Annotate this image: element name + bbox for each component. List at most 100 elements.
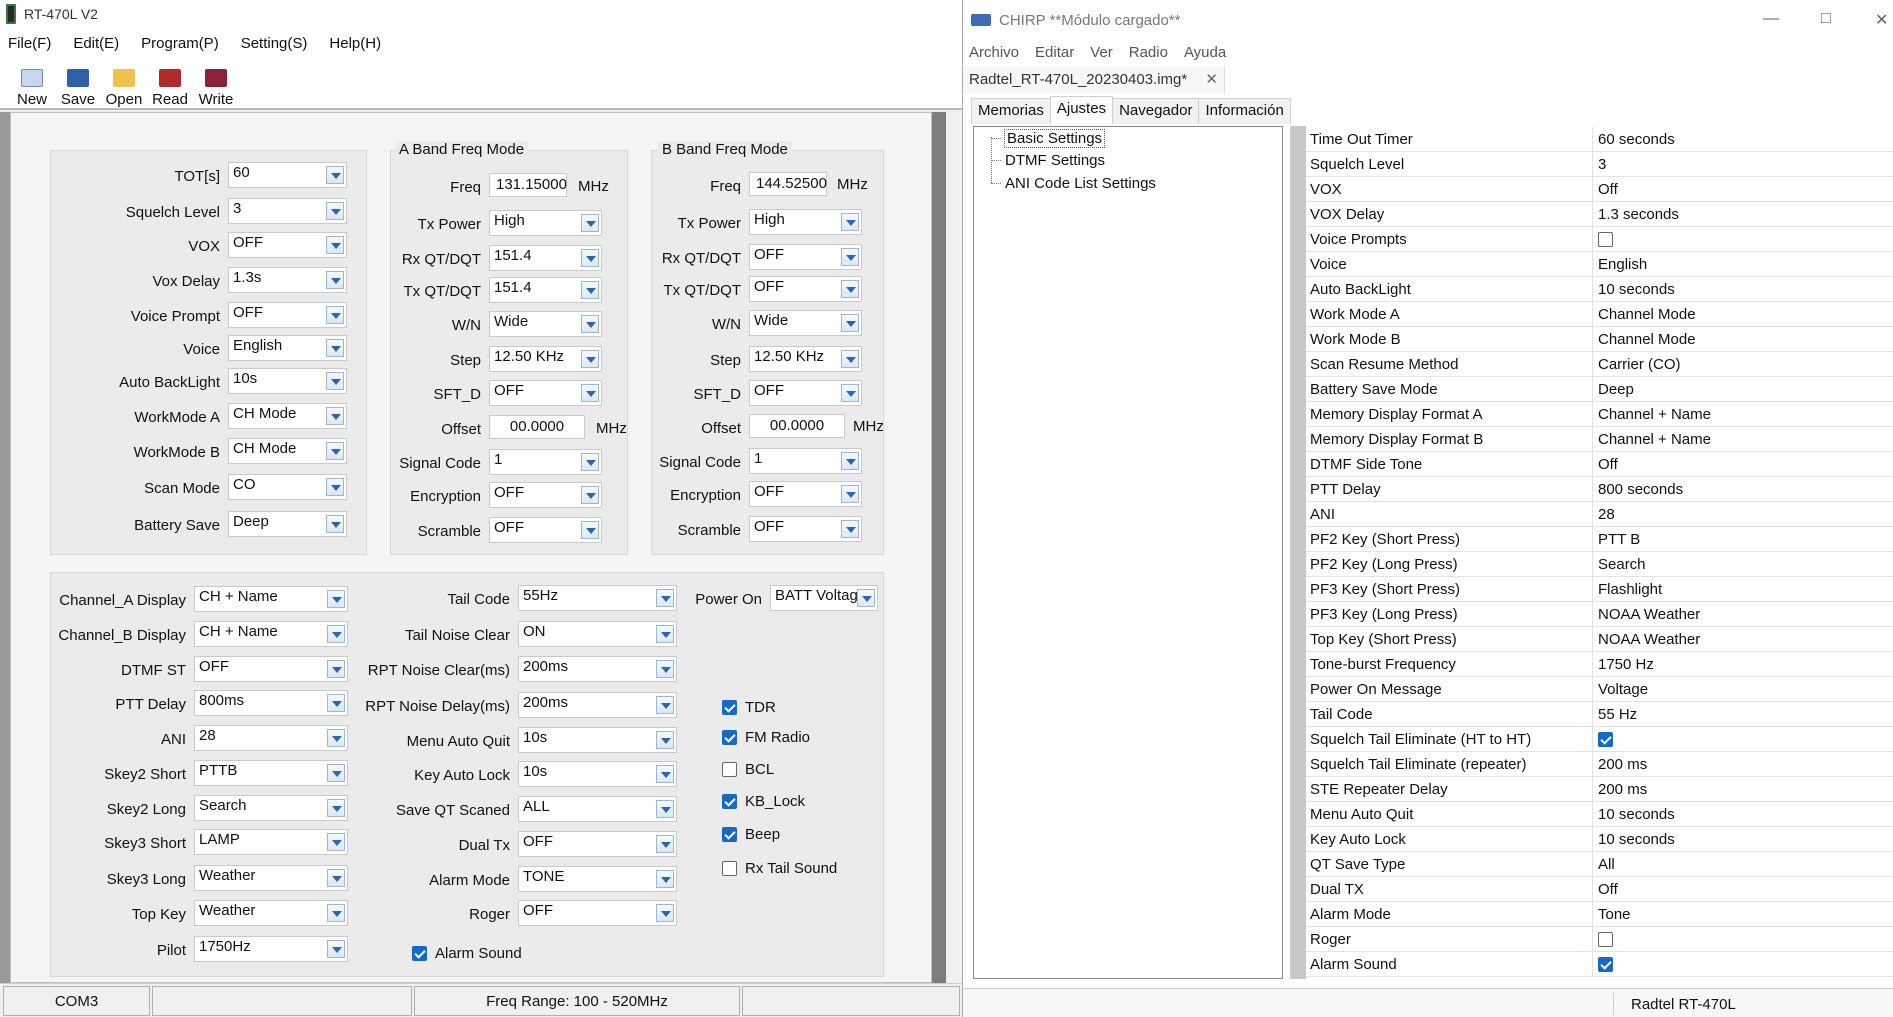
band-b-txqt-select[interactable]: OFF [749,276,862,302]
minimize-icon[interactable]: — [1763,10,1779,28]
band-b-scramble-select[interactable]: OFF [749,516,862,542]
setting-value[interactable]: Search [1598,556,1646,573]
rpt-noise-clear-select[interactable]: 200ms [518,656,677,682]
menu-edit[interactable]: Edit(E) [65,35,127,52]
vox-delay-select[interactable]: 1.3s [228,267,347,293]
setting-value[interactable]: 200 ms [1598,756,1647,773]
chevron-down-icon[interactable] [581,249,599,267]
save-qt-select[interactable]: ALL [518,796,677,822]
chevron-down-icon[interactable] [327,869,345,887]
setting-value[interactable]: 60 seconds [1598,131,1675,148]
chevron-down-icon[interactable] [857,589,875,607]
chevron-down-icon[interactable] [326,442,344,460]
setting-row[interactable]: Battery Save Mode Deep [1306,377,1893,402]
setting-row[interactable]: Auto BackLight 10 seconds [1306,277,1893,302]
checkbox-checked-icon[interactable] [412,946,427,961]
chevron-down-icon[interactable] [841,248,859,266]
setting-row[interactable]: Menu Auto Quit 10 seconds [1306,802,1893,827]
band-a-scramble-select[interactable]: OFF [489,517,602,543]
band-b-freq-input[interactable]: 144.52500 [749,172,827,196]
band-a-rxqt-select[interactable]: 151.4 [489,245,602,271]
chevron-down-icon[interactable] [656,589,674,607]
dtmf-st-select[interactable]: OFF [194,656,348,682]
setting-row[interactable]: STE Repeater Delay 200 ms [1306,777,1893,802]
chevron-down-icon[interactable] [326,515,344,533]
setting-value[interactable]: 3 [1598,156,1606,173]
menu-ver[interactable]: Ver [1084,44,1119,61]
band-a-signal-select[interactable]: 1 [489,449,602,475]
open-button[interactable]: Open [102,69,146,108]
band-a-offset-input[interactable]: 00.0000 [489,415,585,439]
alarm-sound-checkbox[interactable]: Alarm Sound [412,945,522,962]
chevron-down-icon[interactable] [656,800,674,818]
voice-select[interactable]: English [228,335,347,361]
setting-row[interactable]: Top Key (Short Press) NOAA Weather [1306,627,1893,652]
tot-select[interactable]: 60 [228,162,347,188]
setting-value[interactable]: All [1598,856,1615,873]
alarm-mode-select[interactable]: TONE [518,866,677,892]
write-button[interactable]: Write [194,69,238,108]
chevron-down-icon[interactable] [841,520,859,538]
checkbox-checked-icon[interactable] [722,827,737,842]
beep-checkbox[interactable]: Beep [722,826,780,843]
setting-value[interactable]: Channel Mode [1598,306,1696,323]
chevron-down-icon[interactable] [656,835,674,853]
chevron-down-icon[interactable] [327,590,345,608]
cha-display-select[interactable]: CH + Name [194,586,348,612]
menu-help[interactable]: Help(H) [321,35,389,52]
checkbox-empty-icon[interactable] [722,762,737,777]
skey2-short-select[interactable]: PTTB [194,760,348,786]
checkbox-checked-icon[interactable] [1598,732,1613,747]
chevron-down-icon[interactable] [326,478,344,496]
setting-value[interactable]: Flashlight [1598,581,1662,598]
roger-select[interactable]: OFF [518,900,677,926]
chevron-down-icon[interactable] [581,384,599,402]
chevron-down-icon[interactable] [581,453,599,471]
top-key-select[interactable]: Weather [194,900,348,926]
setting-value[interactable]: Carrier (CO) [1598,356,1681,373]
maximize-icon[interactable]: □ [1821,10,1831,28]
checkbox-checked-icon[interactable] [722,730,737,745]
close-tab-icon[interactable]: ✕ [1205,71,1218,88]
rpt-noise-delay-select[interactable]: 200ms [518,692,677,718]
setting-value[interactable]: Tone [1598,906,1631,923]
file-tab[interactable]: Radtel_RT-470L_20230403.img* ✕ [963,66,1225,94]
checkbox-checked-icon[interactable] [722,700,737,715]
chevron-down-icon[interactable] [581,214,599,232]
checkbox-checked-icon[interactable] [1598,957,1613,972]
setting-row[interactable]: Voice English [1306,252,1893,277]
chevron-down-icon[interactable] [841,384,859,402]
tab-memorias[interactable]: Memorias [971,98,1051,124]
fm-radio-checkbox[interactable]: FM Radio [722,729,810,746]
setting-row[interactable]: Power On Message Voltage [1306,677,1893,702]
tab-navegador[interactable]: Navegador [1112,98,1200,124]
dual-tx-select[interactable]: OFF [518,831,677,857]
band-a-encryption-select[interactable]: OFF [489,482,602,508]
band-a-sftd-select[interactable]: OFF [489,380,602,406]
tab-ajustes[interactable]: Ajustes [1049,96,1114,124]
setting-value[interactable]: Voltage [1598,681,1648,698]
band-a-freq-input[interactable]: 131.15000 [489,173,567,197]
menu-setting[interactable]: Setting(S) [233,35,316,52]
chevron-down-icon[interactable] [326,271,344,289]
setting-row[interactable]: DTMF Side Tone Off [1306,452,1893,477]
chevron-down-icon[interactable] [326,236,344,254]
setting-value[interactable]: 55 Hz [1598,706,1637,723]
setting-row[interactable]: PTT Delay 800 seconds [1306,477,1893,502]
setting-row[interactable]: Tail Code 55 Hz [1306,702,1893,727]
setting-row[interactable]: VOX Off [1306,177,1893,202]
backlight-select[interactable]: 10s [228,368,347,394]
band-b-wn-select[interactable]: Wide [749,310,862,336]
setting-value[interactable]: 28 [1598,506,1615,523]
menu-archivo[interactable]: Archivo [963,44,1025,61]
setting-value[interactable]: 1.3 seconds [1598,206,1679,223]
chevron-down-icon[interactable] [841,280,859,298]
chevron-down-icon[interactable] [841,213,859,231]
chevron-down-icon[interactable] [326,306,344,324]
skey3-long-select[interactable]: Weather [194,865,348,891]
chevron-down-icon[interactable] [841,314,859,332]
setting-row[interactable]: ANI 28 [1306,502,1893,527]
bcl-checkbox[interactable]: BCL [722,761,774,778]
setting-value[interactable]: Channel Mode [1598,331,1696,348]
chevron-down-icon[interactable] [326,407,344,425]
